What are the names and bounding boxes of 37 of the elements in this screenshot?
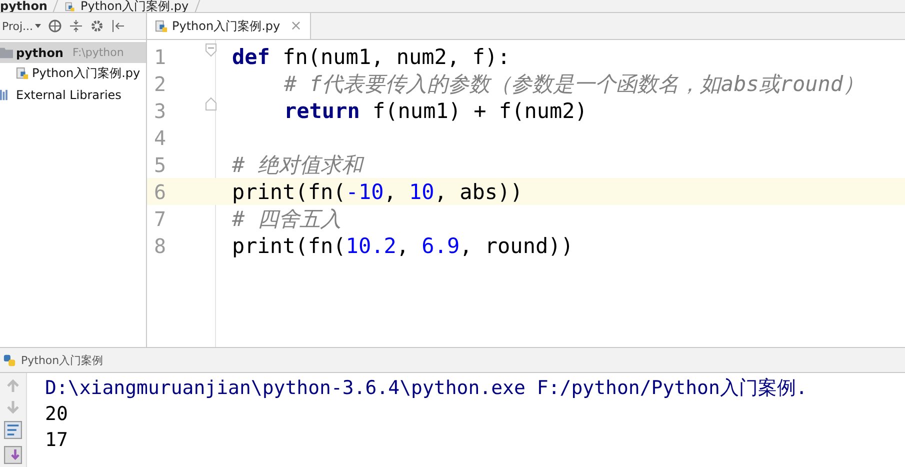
tree-item[interactable]: Python入门案例.py	[0, 63, 146, 84]
hide-icon[interactable]	[111, 19, 125, 33]
code-line: # 四舍五入	[232, 206, 342, 232]
line-number: 6	[153, 180, 168, 204]
project-view-dropdown[interactable]: Proj...	[2, 20, 41, 32]
scroll-to-end-icon[interactable]	[4, 446, 22, 464]
line-number: 1	[153, 44, 168, 68]
folder-icon	[0, 46, 13, 59]
python-file-icon	[155, 20, 168, 32]
run-panel-title: Python入门案例	[21, 352, 104, 368]
code-line: # f代表要传入的参数（参数是一个函数名，如abs或round）	[284, 70, 864, 98]
editor-tab[interactable]: Python入门案例.py ×	[147, 13, 311, 39]
line-number: 4	[153, 126, 168, 150]
code-line: return f(num1) + f(num2)	[284, 98, 588, 122]
crosshair-icon[interactable]	[48, 19, 62, 33]
collapse-icon[interactable]	[69, 19, 83, 33]
caret-icon	[35, 24, 41, 28]
code-line: def fn(num1, num2, f):	[232, 44, 510, 68]
soft-wrap-icon[interactable]	[4, 421, 22, 439]
console-output-line: 20	[45, 402, 69, 427]
console-output-line: 17	[45, 428, 69, 453]
line-number: 8	[153, 234, 168, 258]
console-output-line: D:\xiangmuruanjian\python-3.6.4\python.exe F:/python/Python入门案例.	[45, 376, 808, 401]
line-number: 7	[153, 206, 168, 230]
fold-icon[interactable]	[205, 43, 217, 57]
code-line: # 绝对值求和	[232, 152, 362, 178]
python-file-icon	[16, 67, 29, 80]
python-icon	[3, 354, 16, 366]
code-line: print(fn(-10, 10, abs))	[232, 180, 523, 204]
fold-icon[interactable]	[205, 97, 217, 111]
line-number: 5	[153, 152, 168, 176]
tree-item[interactable]: python F:\python	[0, 42, 146, 63]
settings-icon[interactable]	[90, 19, 104, 33]
line-number: 2	[153, 72, 168, 96]
code-line: print(fn(10.2, 6.9, round))	[232, 234, 574, 258]
line-number: 3	[153, 98, 168, 122]
tree-item[interactable]: External Libraries	[0, 84, 146, 105]
